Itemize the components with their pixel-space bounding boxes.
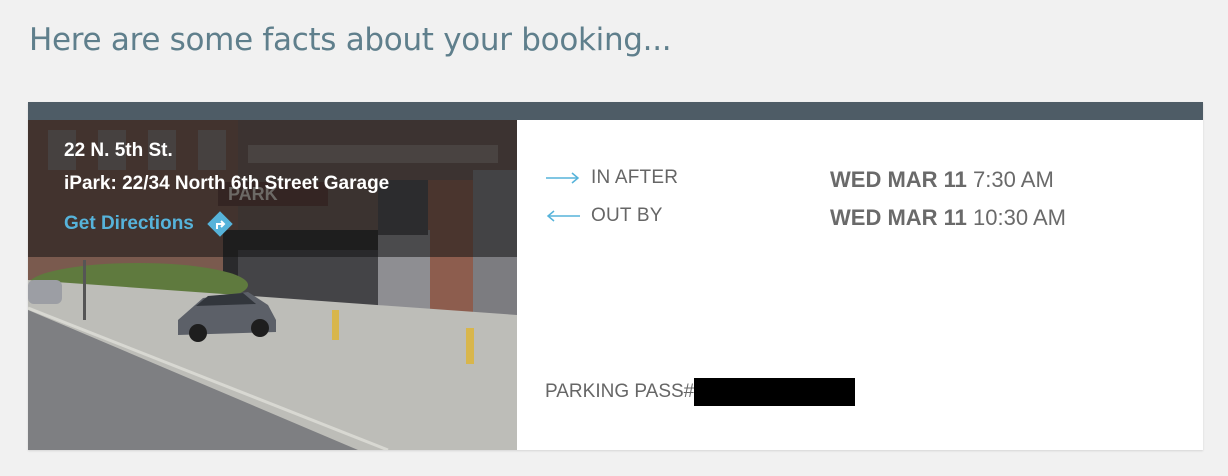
arrow-left-icon xyxy=(545,208,581,224)
garage-street-photo: PARK xyxy=(28,120,517,450)
page-title: Here are some facts about your booking..… xyxy=(29,22,672,58)
out-by-label: OUT BY xyxy=(591,205,663,226)
in-after-label: IN AFTER xyxy=(591,167,679,188)
booking-details: IN AFTER WED MAR 11 7:30 AM OUT BY WED M… xyxy=(517,120,1203,450)
garage-name: iPark: 22/34 North 6th Street Garage xyxy=(64,173,390,194)
check-out-row: OUT BY xyxy=(545,201,663,231)
in-after-value: WED MAR 11 7:30 AM xyxy=(830,165,1054,195)
street-address: 22 N. 5th St. xyxy=(64,140,173,161)
parking-pass-number-redacted xyxy=(694,378,856,406)
directions-turn-icon xyxy=(206,210,234,238)
arrow-right-icon xyxy=(545,170,581,186)
out-by-day: WED MAR 11 xyxy=(830,205,967,230)
in-after-day: WED MAR 11 xyxy=(830,167,967,192)
in-after-time: 7:30 AM xyxy=(973,167,1054,192)
booking-card: PARK xyxy=(28,102,1203,450)
out-by-time: 10:30 AM xyxy=(973,205,1066,230)
parking-pass: PARKING PASS# xyxy=(545,378,856,406)
check-in-row: IN AFTER xyxy=(545,163,678,193)
get-directions-link[interactable]: Get Directions xyxy=(64,210,234,238)
get-directions-label: Get Directions xyxy=(64,213,194,234)
address-overlay: 22 N. 5th St. iPark: 22/34 North 6th Str… xyxy=(28,120,517,257)
out-by-value: WED MAR 11 10:30 AM xyxy=(830,203,1066,233)
card-header-bar xyxy=(28,102,1203,120)
parking-pass-label: PARKING PASS# xyxy=(545,381,695,402)
